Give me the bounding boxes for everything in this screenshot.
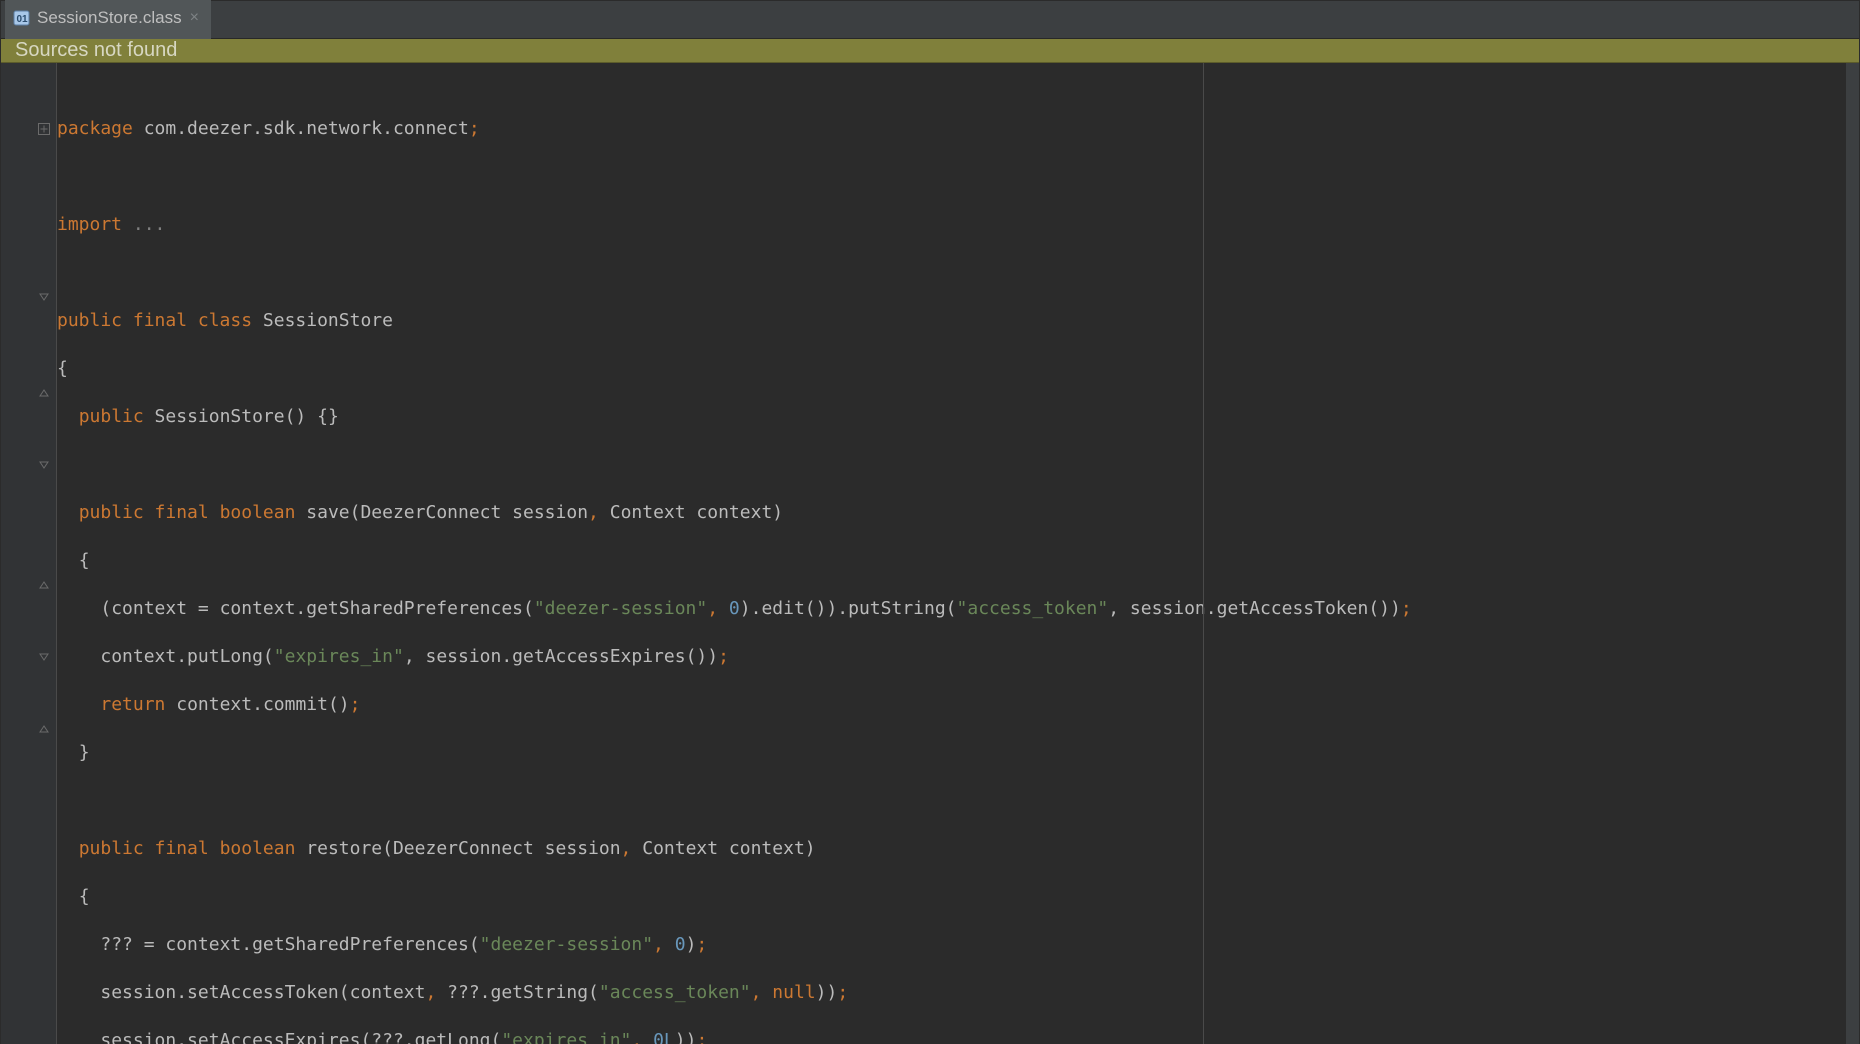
fold-collapse-icon[interactable] [37, 650, 51, 664]
fold-collapse-icon[interactable] [37, 458, 51, 472]
code-text: SessionStore() {} [144, 406, 339, 427]
code-text: , [707, 598, 729, 619]
code-text: ; [350, 694, 361, 715]
code-text: ???.getString( [436, 982, 599, 1003]
code-text: ; [718, 646, 729, 667]
code-text: , [588, 502, 599, 523]
code-text: public final class [57, 310, 252, 331]
code-text: 0 [729, 598, 740, 619]
code-text: "deezer-session" [534, 598, 707, 619]
code-text: )) [816, 982, 838, 1003]
fold-expand-icon[interactable] [37, 122, 51, 136]
code-text: , session.getAccessToken()) [1108, 598, 1401, 619]
code-text: import [57, 214, 122, 235]
gutter[interactable] [1, 63, 57, 1044]
code-text: ... [122, 214, 165, 235]
code-text: { [57, 358, 68, 379]
code-text: ) [686, 934, 697, 955]
tab-bar: 01 SessionStore.class × [1, 1, 1859, 39]
code-text: ).edit()).putString( [740, 598, 957, 619]
code-text: public final boolean [79, 502, 296, 523]
code-text: package [57, 118, 133, 139]
error-stripe[interactable] [1845, 63, 1859, 1044]
code-text: , [751, 982, 773, 1003]
code-text: return [100, 694, 165, 715]
svg-text:01: 01 [16, 14, 28, 25]
code-text: session.setAccessExpires(???.getLong( [79, 1030, 502, 1044]
code-text: 0 [675, 934, 686, 955]
code-text: session.setAccessToken(context [79, 982, 426, 1003]
code-text: restore(DeezerConnect session [295, 838, 620, 859]
code-text: (context = context.getSharedPreferences( [79, 598, 534, 619]
code-text: ; [469, 118, 480, 139]
sources-not-found-banner: Sources not found [1, 39, 1859, 63]
code-text: "access_token" [957, 598, 1109, 619]
code-text: )) [675, 1030, 697, 1044]
tab-sessionstore[interactable]: 01 SessionStore.class × [5, 0, 211, 39]
code-text: Context context) [599, 502, 783, 523]
fold-end-icon[interactable] [37, 578, 51, 592]
code-text: public [79, 406, 144, 427]
code-text: , [621, 838, 632, 859]
code-text: ??? = context.getSharedPreferences( [79, 934, 480, 955]
fold-end-icon[interactable] [37, 386, 51, 400]
code-text: save(DeezerConnect session [295, 502, 588, 523]
code-text: null [772, 982, 815, 1003]
tab-label: SessionStore.class [37, 8, 182, 28]
code-text: "access_token" [599, 982, 751, 1003]
code-text: { [79, 550, 90, 571]
code-text: { [79, 886, 90, 907]
code-text: , session.getAccessExpires()) [404, 646, 718, 667]
right-margin-line [1203, 63, 1204, 1044]
code-text: "deezer-session" [480, 934, 653, 955]
editor-area: package com.deezer.sdk.network.connect; … [1, 63, 1859, 1044]
code-text: SessionStore [252, 310, 393, 331]
code-text: ; [696, 1030, 707, 1044]
code-text: context.commit() [165, 694, 349, 715]
code-text: com.deezer.sdk.network.connect [133, 118, 469, 139]
code-text: ; [696, 934, 707, 955]
code-text: , [425, 982, 436, 1003]
code-text: Context context) [631, 838, 815, 859]
code-text: public final boolean [79, 838, 296, 859]
close-tab-icon[interactable]: × [188, 9, 199, 27]
code-text: "expires_in" [274, 646, 404, 667]
class-file-icon: 01 [13, 9, 31, 27]
code-text: context.putLong( [79, 646, 274, 667]
code-text: 0L [653, 1030, 675, 1044]
code-text: "expires_in" [501, 1030, 631, 1044]
code-view[interactable]: package com.deezer.sdk.network.connect; … [57, 63, 1845, 1044]
code-text: ; [837, 982, 848, 1003]
code-text: ; [1401, 598, 1412, 619]
editor-window: 01 SessionStore.class × Sources not foun… [0, 0, 1860, 1044]
banner-text: Sources not found [15, 39, 177, 62]
code-text [79, 694, 101, 715]
fold-end-icon[interactable] [37, 722, 51, 736]
code-text: , [653, 934, 675, 955]
fold-collapse-icon[interactable] [37, 290, 51, 304]
code-text: } [79, 742, 90, 763]
code-text: , [631, 1030, 653, 1044]
